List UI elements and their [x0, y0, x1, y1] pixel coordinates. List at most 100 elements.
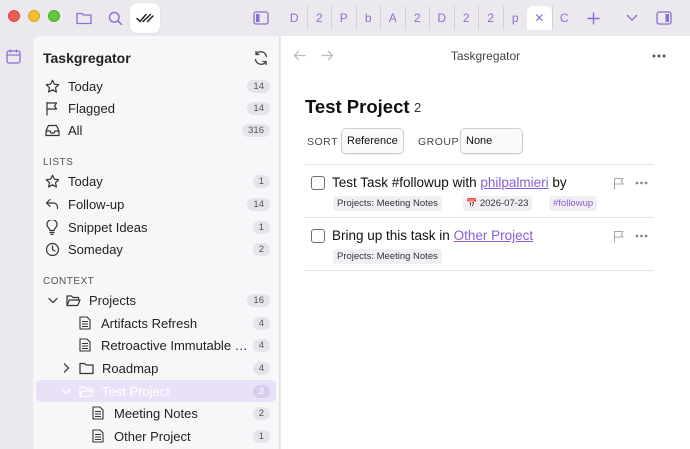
- double-check-icon: [136, 12, 154, 24]
- sidebar-item-today[interactable]: Today 14: [36, 75, 276, 97]
- count-badge: 4: [252, 361, 270, 375]
- tab-strip: D 2 P b A 2 D 2 2 p ✕ C: [282, 6, 576, 30]
- tab-active-close[interactable]: ✕: [527, 6, 552, 30]
- reply-icon: [44, 196, 60, 212]
- inbox-icon: [44, 122, 60, 138]
- task-checkbox[interactable]: [311, 176, 325, 190]
- tag-chip[interactable]: #followup: [549, 196, 598, 211]
- sidebar-item-someday[interactable]: Someday 2: [36, 238, 276, 260]
- sidebar-item-projects[interactable]: Projects 16: [36, 289, 276, 311]
- sidebar-item-label: Projects: [89, 292, 136, 308]
- task-link[interactable]: Other Project: [454, 228, 534, 243]
- folder-icon: [78, 360, 94, 376]
- flag-icon: [44, 100, 60, 116]
- document-icon: [90, 405, 106, 421]
- task-more-icon[interactable]: [635, 181, 648, 185]
- minimize-window-button[interactable]: [28, 10, 40, 22]
- chevron-down-icon[interactable]: [45, 292, 61, 308]
- chevron-down-icon[interactable]: [621, 7, 643, 29]
- task-checkbox[interactable]: [311, 229, 325, 243]
- sidebar-header: Taskgregator: [33, 36, 279, 80]
- sidebar-item-label: Retroactive Immutable Re...: [101, 337, 253, 353]
- flag-icon[interactable]: [613, 230, 625, 243]
- sidebar-item-lists-today[interactable]: Today 1: [36, 170, 276, 192]
- tab-1[interactable]: D: [282, 6, 307, 30]
- tab-3[interactable]: P: [331, 6, 356, 30]
- tab-6[interactable]: 2: [404, 6, 430, 30]
- chevron-down-icon[interactable]: [58, 383, 74, 399]
- count-badge: 14: [247, 197, 270, 211]
- sidebar-item-retroactive-immutable[interactable]: Retroactive Immutable Re... 4: [36, 334, 276, 356]
- view-title: Taskgregator: [450, 49, 521, 63]
- sidebar-item-meeting-notes[interactable]: Meeting Notes 2: [36, 402, 276, 424]
- document-icon: [90, 428, 106, 444]
- tab-10[interactable]: p: [502, 6, 528, 30]
- project-chip[interactable]: Projects: Meeting Notes: [333, 196, 442, 211]
- tab-9[interactable]: 2: [478, 6, 503, 30]
- sidebar-item-label: Roadmap: [102, 360, 159, 376]
- task-more-icon[interactable]: [635, 234, 648, 238]
- sidebar-item-roadmap[interactable]: Roadmap 4: [36, 357, 276, 379]
- tasks-checkmark-button[interactable]: [130, 3, 160, 33]
- sidebar-toggle-icon[interactable]: [250, 7, 272, 29]
- sidebar-item-label: Meeting Notes: [114, 405, 198, 421]
- project-chip[interactable]: Projects: Meeting Notes: [333, 249, 442, 264]
- right-sidebar-toggle-icon[interactable]: [653, 7, 675, 29]
- main-pane: Taskgregator Test Project 2 SORT Referen…: [281, 36, 690, 449]
- tab-5[interactable]: A: [380, 6, 405, 30]
- more-options-icon[interactable]: [652, 54, 666, 58]
- sidebar-item-label: Artifacts Refresh: [101, 315, 198, 331]
- refresh-icon[interactable]: [253, 50, 269, 66]
- sidebar-item-all[interactable]: All 316: [36, 119, 276, 141]
- sidebar-item-label: All: [68, 122, 83, 138]
- sidebar-item-flagged[interactable]: Flagged 14: [36, 97, 276, 119]
- new-tab-icon[interactable]: [582, 7, 604, 29]
- group-select[interactable]: None: [460, 128, 523, 154]
- close-window-button[interactable]: [8, 10, 20, 22]
- flag-icon[interactable]: [613, 177, 625, 190]
- sidebar-item-test-project[interactable]: Test Project 2: [36, 380, 276, 402]
- count-badge: 2: [252, 242, 270, 256]
- count-badge: 14: [247, 101, 270, 115]
- sidebar-item-artifacts-refresh[interactable]: Artifacts Refresh 4: [36, 312, 276, 334]
- lightbulb-icon: [44, 219, 60, 235]
- sidebar-item-other-project[interactable]: Other Project 1: [36, 425, 276, 447]
- tab-12[interactable]: C: [551, 6, 577, 30]
- nav-bar: Taskgregator: [281, 36, 690, 76]
- folder-open-icon: [78, 383, 94, 399]
- divider: [305, 164, 654, 165]
- task-title: Test Task #followup with philpalmieri by: [332, 175, 567, 190]
- title-bar: D 2 P b A 2 D 2 2 p ✕ C: [0, 0, 690, 36]
- task-link[interactable]: philpalmieri: [480, 175, 548, 190]
- sidebar-item-snippet-ideas[interactable]: Snippet Ideas 1: [36, 216, 276, 238]
- chevron-right-icon[interactable]: [58, 360, 74, 376]
- sort-label: SORT: [307, 136, 338, 148]
- sidebar-item-follow-up[interactable]: Follow-up 14: [36, 193, 276, 215]
- tab-4[interactable]: b: [355, 6, 381, 30]
- folder-open-icon: [65, 292, 81, 308]
- sidebar-item-label: Other Project: [114, 428, 191, 444]
- count-badge: 4: [252, 316, 270, 330]
- sort-select[interactable]: Reference: [341, 128, 404, 154]
- task-title: Bring up this task in Other Project: [332, 228, 533, 243]
- lists-heading: LISTS: [43, 157, 74, 168]
- tab-7[interactable]: D: [429, 6, 454, 30]
- tab-2[interactable]: 2: [306, 6, 332, 30]
- sidebar-title: Taskgregator: [43, 50, 131, 66]
- tab-8[interactable]: 2: [453, 6, 479, 30]
- zoom-window-button[interactable]: [48, 10, 60, 22]
- task-text: Test Task #followup with: [332, 175, 481, 190]
- context-heading: CONTEXT: [43, 276, 95, 287]
- calendar-icon[interactable]: [6, 49, 21, 64]
- divider: [305, 270, 654, 271]
- count-badge: 14: [247, 79, 270, 93]
- sidebar-item-label: Today: [68, 173, 103, 189]
- task-text: Bring up this task in: [332, 228, 454, 243]
- due-date-chip[interactable]: 📅 2026-07-23: [463, 196, 533, 211]
- star-icon: [44, 173, 60, 189]
- document-icon: [77, 315, 93, 331]
- sidebar-item-label: Snippet Ideas: [68, 219, 148, 235]
- folder-icon[interactable]: [73, 7, 95, 29]
- count-badge: 1: [252, 429, 270, 443]
- search-icon[interactable]: [104, 7, 126, 29]
